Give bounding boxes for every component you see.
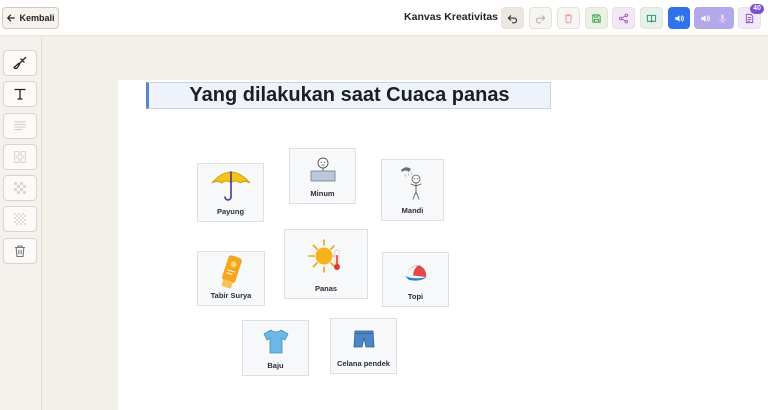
paragraph-tool[interactable] [3, 113, 37, 139]
microphone-icon [719, 13, 726, 23]
document-icon [745, 13, 754, 23]
text-icon [14, 88, 26, 100]
card-tabir-surya[interactable]: Tabir Surya [197, 251, 265, 306]
redo-icon [535, 14, 546, 23]
paragraph-icon [14, 121, 26, 130]
card-label: Topi [407, 292, 424, 301]
cap-icon [404, 264, 427, 281]
trash-icon [15, 245, 25, 258]
text-tool[interactable] [3, 81, 37, 107]
texture-icon [14, 213, 26, 225]
voice-settings-button[interactable] [694, 7, 734, 29]
pattern-icon [14, 182, 26, 194]
card-celana-pendek[interactable]: Celana pendek [330, 318, 397, 374]
back-button[interactable]: Kembali [2, 7, 59, 29]
tool-sidebar [0, 36, 42, 410]
save-icon [592, 13, 601, 23]
notes-count-badge: 40 [750, 4, 764, 14]
top-bar: Kembali Kanvas Kreativitas 40 [0, 0, 768, 36]
canvas-title[interactable]: Yang dilakukan saat Cuaca panas [146, 82, 551, 109]
card-payung[interactable]: Payung [197, 163, 264, 222]
brush-tool[interactable] [3, 50, 37, 76]
share-icon [619, 13, 628, 23]
trash-icon [564, 13, 573, 23]
card-label: Mandi [401, 206, 424, 215]
share-button[interactable] [612, 7, 635, 29]
canvas-area[interactable] [118, 80, 768, 410]
card-label: Celana pendek [337, 359, 390, 368]
delete-button[interactable] [557, 7, 580, 29]
sunscreen-icon [221, 254, 242, 289]
app-title: Kanvas Kreativitas [404, 11, 498, 23]
undo-icon [507, 14, 518, 23]
card-label: Baju [267, 361, 284, 370]
card-label: Minum [310, 189, 335, 198]
pattern-tool[interactable] [3, 175, 37, 201]
card-label: Tabir Surya [210, 291, 252, 300]
shorts-icon [353, 330, 374, 348]
hot-sun-icon [308, 239, 340, 273]
read-mode-button[interactable] [640, 7, 663, 29]
card-minum[interactable]: Minum [289, 148, 356, 204]
drinking-icon [310, 157, 335, 182]
undo-button[interactable] [501, 7, 524, 29]
texture-tool[interactable] [3, 206, 37, 232]
grid-icon [14, 151, 26, 163]
card-topi[interactable]: Topi [382, 252, 449, 307]
save-button[interactable] [585, 7, 608, 29]
audio-button[interactable] [668, 7, 690, 29]
card-mandi[interactable]: Mandi [381, 159, 444, 221]
brush-icon [13, 56, 27, 70]
speaker-icon [674, 14, 684, 22]
back-label: Kembali [19, 13, 55, 23]
tshirt-icon [263, 329, 288, 354]
speaker-icon [701, 14, 710, 22]
book-icon [646, 14, 657, 23]
arrow-left-icon [7, 14, 16, 22]
delete-tool[interactable] [3, 238, 37, 264]
grid-tool[interactable] [3, 144, 37, 170]
card-label: Panas [314, 284, 338, 293]
card-panas[interactable]: Panas [284, 229, 368, 299]
card-baju[interactable]: Baju [242, 320, 309, 376]
redo-button[interactable] [529, 7, 552, 29]
card-label: Payung [216, 207, 245, 216]
umbrella-icon [211, 170, 250, 201]
shower-icon [400, 167, 421, 200]
